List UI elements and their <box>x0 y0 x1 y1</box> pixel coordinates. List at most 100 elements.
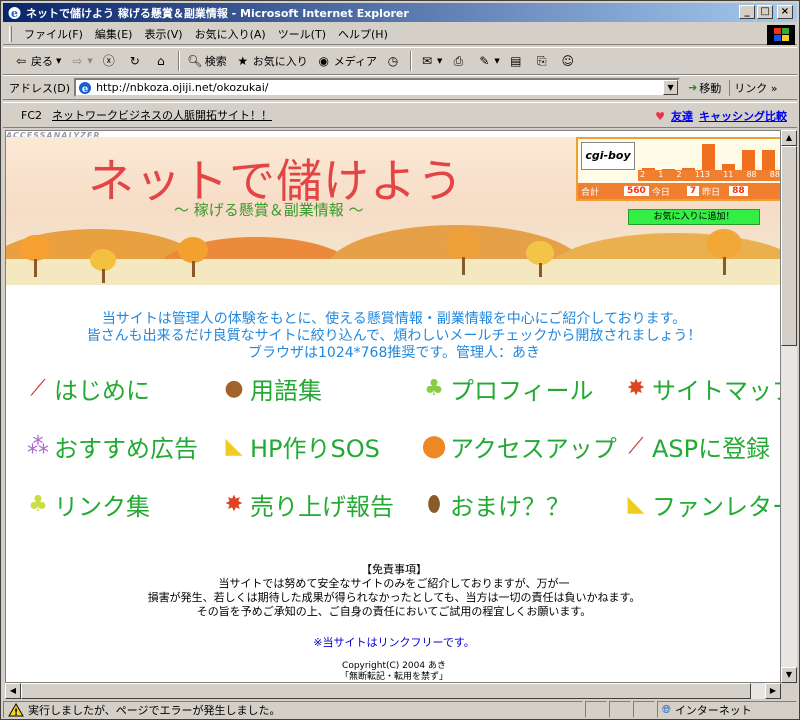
menu-help[interactable]: ヘルプ(H) <box>332 24 394 44</box>
stop-icon: ⓧ <box>102 54 115 68</box>
status-cell <box>609 701 631 718</box>
nav-link[interactable]: ✸サイトマップ <box>622 371 780 406</box>
nav-link[interactable]: ⟋ ASPに登録 <box>622 429 770 464</box>
total-value: 560 <box>624 186 649 196</box>
nav-link[interactable]: ● 用語集 <box>220 371 322 406</box>
favorites-label: お気に入り <box>252 55 308 68</box>
nav-link[interactable]: ⬤ アクセスアップ <box>420 429 617 464</box>
counter-daily-value: 2 <box>676 170 682 179</box>
copyright: Copyright(C) 2004 あき 「無断転記・転用を禁ず」 <box>6 661 780 682</box>
stop-button[interactable]: ⓧ <box>97 51 123 71</box>
site-banner: ネットで儲けよう ～ 稼げる懸賞＆副業情報 ～ cgi-boy 2 1 2 113 11… <box>6 137 780 285</box>
search-icon: 🔍︎ <box>187 54 203 68</box>
document-icon: ▤ <box>510 54 522 68</box>
title-bar[interactable]: e ネットで儲けよう 稼げる懸賞＆副業情報 - Microsoft Intern… <box>3 3 797 22</box>
tree-icon: ♣ <box>424 376 444 401</box>
menu-grip[interactable] <box>9 25 12 42</box>
forward-button[interactable]: ⇨ ▼ <box>65 51 96 71</box>
status-message: 実行しましたが、ページでエラーが発生しました。 <box>28 703 281 717</box>
browser-window: e ネットで儲けよう 稼げる懸賞＆副業情報 - Microsoft Intern… <box>0 0 800 720</box>
counter-logo: cgi-boy <box>581 142 635 170</box>
search-button[interactable]: 🔍︎ 検索 <box>183 51 231 71</box>
scroll-up-button[interactable]: ▲ <box>781 130 797 146</box>
nav-link[interactable]: ♣ プロフィール <box>420 371 593 406</box>
refresh-button[interactable]: ↻ <box>123 51 149 71</box>
counter-bar <box>762 150 775 172</box>
counter-daily-value: 88 <box>769 170 780 179</box>
favorites-button[interactable]: ★ お気に入り <box>231 51 312 71</box>
scroll-thumb[interactable] <box>781 146 797 346</box>
nav-link[interactable]: ⬮ おまけ？？ <box>420 487 570 522</box>
hill <box>6 259 780 285</box>
nav-link[interactable]: ✸ 売り上げ報告 <box>220 487 394 522</box>
cashing-link[interactable]: キャッシング比較 <box>699 108 787 124</box>
media-button[interactable]: ◉ メディア <box>312 51 381 71</box>
counter-daily-value: 88 <box>746 170 757 179</box>
nav-link[interactable]: ⁂ おすすめ広告 <box>24 429 198 464</box>
horizontal-scrollbar[interactable]: ◀ ▶ <box>5 683 781 699</box>
close-button[interactable]: × <box>777 5 793 19</box>
messenger-button[interactable]: ☺ <box>556 51 582 71</box>
edit-button[interactable]: ✎ ▼ <box>472 51 503 71</box>
scroll-down-button[interactable]: ▼ <box>781 667 797 683</box>
chevron-down-icon: ▼ <box>56 57 62 65</box>
address-dropdown-button[interactable]: ▼ <box>663 80 679 95</box>
address-label: アドレス(D) <box>9 81 71 95</box>
nav-label: ファンレター <box>652 493 780 521</box>
yesterday-label: 昨日 <box>702 187 721 198</box>
fc2-network-link[interactable]: ネットワークビジネスの人脈開拓サイト！！ <box>52 107 272 123</box>
friend-link[interactable]: 友達 <box>671 108 693 124</box>
research-icon: ⎘ <box>536 54 547 68</box>
scroll-right-button[interactable]: ▶ <box>765 683 781 699</box>
nav-label: HP作りSOS <box>250 435 380 463</box>
chevron-down-icon: ▼ <box>437 57 443 65</box>
scroll-left-button[interactable]: ◀ <box>5 683 21 699</box>
back-label: 戻る <box>31 55 53 68</box>
counter-daily-value: 11 <box>723 170 734 179</box>
menu-favorites[interactable]: お気に入り(A) <box>189 24 272 44</box>
address-input[interactable]: e http://nbkoza.ojiji.net/okozukai/ ▼ <box>74 78 681 97</box>
back-button[interactable]: ⇦ 戻る ▼ <box>9 51 65 71</box>
standard-toolbar: ⇦ 戻る ▼ ⇨ ▼ ⓧ ↻ ⌂ 🔍︎ 検索 ★ お気に入り ◉ メディア ◷ … <box>3 47 797 75</box>
links-button[interactable]: リンク » <box>729 79 778 96</box>
link-free-notice[interactable]: ※当サイトはリンクフリーです。 <box>6 634 780 650</box>
maximize-button[interactable]: □ <box>757 5 773 19</box>
print-icon: ⎙ <box>453 54 464 68</box>
history-button[interactable]: ◷ <box>381 51 407 71</box>
nav-label: はじめに <box>54 377 150 405</box>
home-button[interactable]: ⌂ <box>149 51 175 71</box>
nav-label: 用語集 <box>250 377 322 405</box>
nav-link[interactable]: ◣ HP作りSOS <box>220 429 380 464</box>
go-button[interactable]: ➜ 移動 <box>688 80 721 96</box>
minimize-button[interactable]: _ <box>739 5 755 19</box>
zone-label: インターネット <box>674 703 752 717</box>
globe-icon: 🌐︎ <box>662 702 671 716</box>
window-title: ネットで儲けよう 稼げる懸賞＆副業情報 - Microsoft Internet… <box>26 6 409 20</box>
chevron-down-icon: ▼ <box>494 57 500 65</box>
today-label: 今日 <box>651 187 670 198</box>
disclaimer-line: 当サイトでは努めて安全なサイトのみをご紹介しておりますが、万が一 <box>218 577 570 590</box>
links-label: リンク <box>734 81 768 95</box>
ie-logo-icon: e <box>8 6 21 20</box>
messenger-icon: ☺ <box>561 54 575 68</box>
status-message-area[interactable]: ! 実行しましたが、ページでエラーが発生しました。 <box>3 701 583 718</box>
nav-link[interactable]: ◣ ファンレター <box>622 487 780 522</box>
discuss-button[interactable]: ▤ <box>504 51 530 71</box>
add-favorite-button[interactable]: お気に入りに追加！ <box>628 209 760 225</box>
print-button[interactable]: ⎙ <box>446 51 472 71</box>
nav-link[interactable]: ⟋ はじめに <box>24 371 150 406</box>
mail-button[interactable]: ✉ ▼ <box>415 51 446 71</box>
vertical-scrollbar[interactable]: ▲ ▼ <box>781 130 797 683</box>
edit-icon: ✎ <box>479 54 490 68</box>
intro-line: 当サイトは管理人の体験をもとに、使える懸賞情報・副業情報を中心にご紹介しておりま… <box>101 311 687 327</box>
nav-link[interactable]: ♣ リンク集 <box>24 487 150 522</box>
chevron-right-icon: » <box>770 81 778 95</box>
chestnut-icon: ● <box>224 376 244 401</box>
menu-view[interactable]: 表示(V) <box>138 24 188 44</box>
menu-file[interactable]: ファイル(F) <box>18 24 89 44</box>
menu-tools[interactable]: ツール(T) <box>272 24 332 44</box>
menu-edit[interactable]: 編集(E) <box>89 24 139 44</box>
access-counter[interactable]: cgi-boy 2 1 2 113 11 88 88 合計 560 今日 7 昨日 88 <box>576 137 780 201</box>
horizontal-scroll-thumb[interactable] <box>21 683 751 699</box>
research-button[interactable]: ⎘ <box>530 51 556 71</box>
